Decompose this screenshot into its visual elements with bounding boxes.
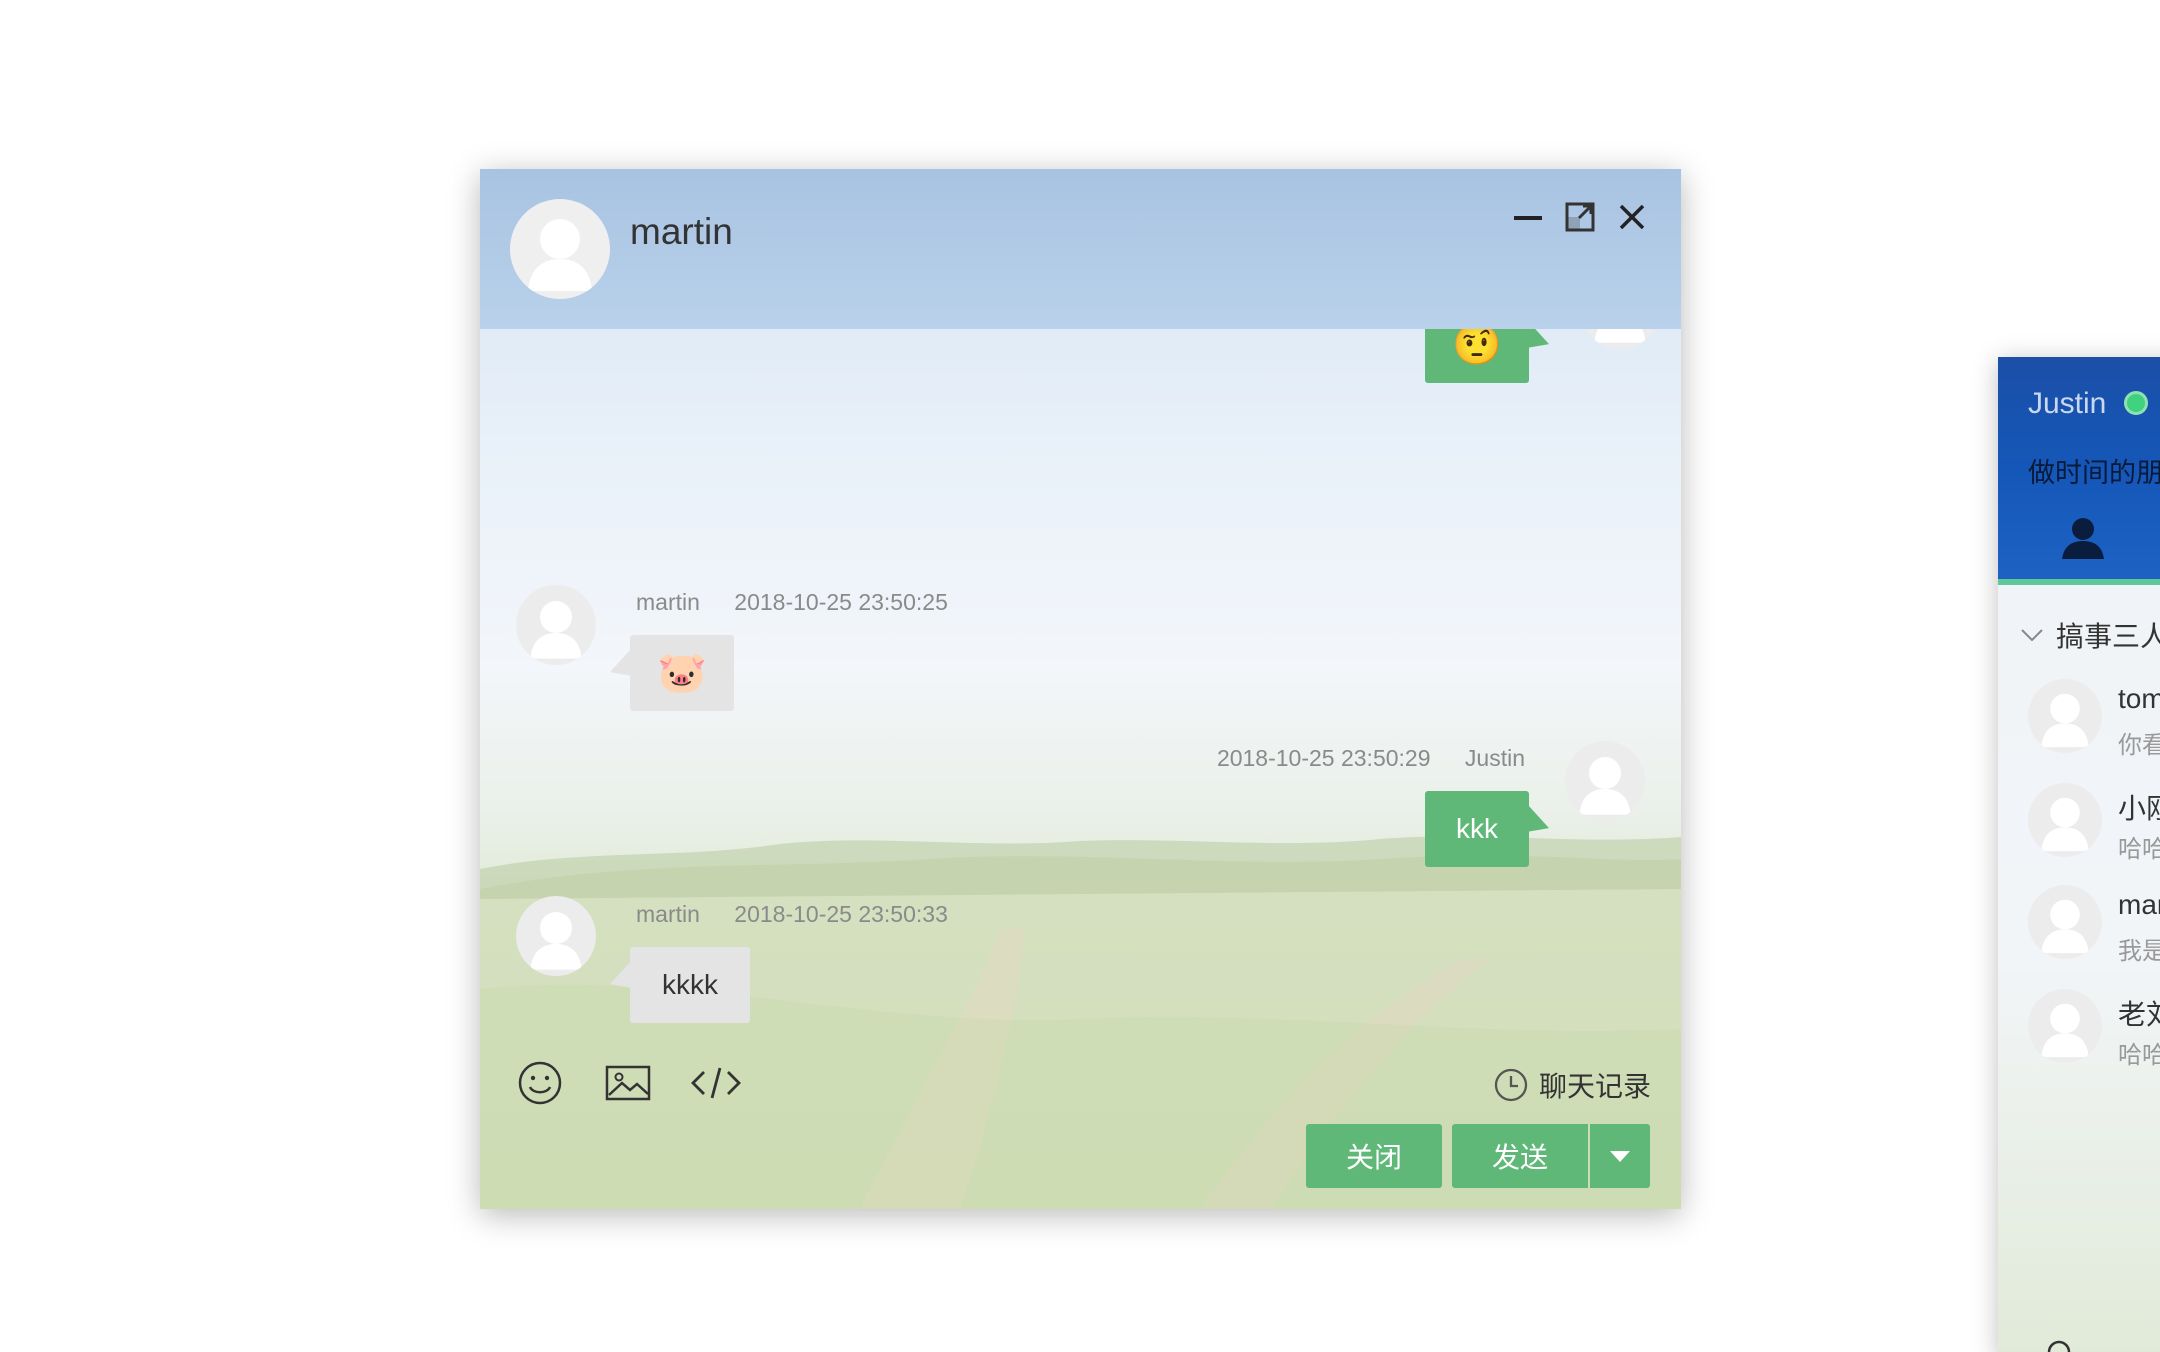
maximize-icon — [1565, 202, 1595, 232]
send-options-button[interactable] — [1590, 1124, 1650, 1188]
maximize-button[interactable] — [1560, 197, 1600, 237]
emoji-button[interactable] — [516, 1059, 564, 1107]
person-icon — [2041, 797, 2089, 852]
main-panel: Justin 做时间的朋 搞事三人 tom 你看 小 哈哈 ma 我是 老 哈哈 — [1998, 357, 2160, 1352]
avatar — [2028, 783, 2102, 857]
minimize-button[interactable] — [1508, 197, 1548, 237]
caret-down-icon — [1610, 1151, 1630, 1162]
clock-icon — [1494, 1068, 1528, 1102]
friend-item[interactable]: tom 你看 — [2028, 679, 2160, 759]
friend-item[interactable]: 老刘 哈哈 — [2028, 989, 2160, 1069]
chevron-down-icon — [2021, 629, 2043, 642]
group-name: 搞事三人 — [2056, 621, 2160, 652]
group-header[interactable]: 搞事三人 — [2020, 615, 2160, 655]
person-icon — [2041, 693, 2089, 748]
message-time: 2018-10-25 23:50:29 — [1216, 745, 1431, 771]
contact-name: martin — [630, 211, 733, 252]
close-icon — [1619, 204, 1645, 230]
message-meta: martin 2018-10-25 23:50:25 — [636, 589, 948, 616]
message-bubble[interactable]: 🤨 — [1425, 329, 1529, 383]
minimize-icon — [1514, 216, 1542, 220]
message-meta: martin 2018-10-25 23:50:33 — [636, 901, 948, 928]
message-text: kkkk — [662, 969, 718, 1000]
close-button[interactable]: 关闭 — [1306, 1124, 1442, 1188]
emoji-message: 🐷 — [657, 651, 707, 695]
online-status-icon[interactable] — [2124, 391, 2148, 415]
message-meta: 2018-10-25 23:50:29 Justin — [1217, 745, 1525, 772]
message-bubble[interactable]: kkkk — [630, 947, 750, 1023]
person-icon — [528, 219, 592, 291]
send-button[interactable]: 发送 — [1452, 1124, 1588, 1188]
image-icon — [605, 1065, 651, 1101]
friend-signature: 哈哈 — [2118, 1042, 2160, 1069]
main-panel-header: Justin 做时间的朋 — [1998, 357, 2160, 585]
user-name[interactable]: Justin — [2028, 387, 2106, 421]
smile-icon — [518, 1061, 562, 1105]
friend-signature: 你看 — [2118, 732, 2160, 759]
person-icon — [2041, 899, 2089, 954]
friend-item[interactable]: mar 我是 — [2028, 885, 2160, 965]
friend-name: 老刘 — [2118, 999, 2160, 1030]
chat-history-button[interactable]: 聊天记录 — [1493, 1065, 1651, 1105]
avatar — [2028, 885, 2102, 959]
person-icon — [1579, 757, 1631, 815]
close-window-button[interactable] — [1612, 197, 1652, 237]
chat-window: martin 🤨 martin 2018-10-25 23:50:25 🐷 20… — [480, 169, 1681, 1209]
avatar — [2028, 679, 2102, 753]
avatar[interactable] — [1580, 329, 1660, 349]
person-icon — [530, 601, 582, 659]
emoji-message: 🤨 — [1452, 329, 1502, 367]
active-tab-indicator — [1998, 579, 2160, 585]
user-signature[interactable]: 做时间的朋 — [2028, 451, 2160, 490]
search-icon — [2047, 1340, 2071, 1352]
friend-signature: 我是 — [2118, 938, 2160, 965]
sender-name: martin — [636, 589, 700, 615]
friend-signature: 哈哈 — [2118, 836, 2160, 863]
chat-header: martin — [480, 169, 1681, 329]
avatar[interactable] — [516, 585, 596, 665]
avatar[interactable] — [1565, 741, 1645, 821]
message-list[interactable]: 🤨 martin 2018-10-25 23:50:25 🐷 2018-10-2… — [480, 329, 1681, 1039]
chat-history-label: 聊天记录 — [1538, 1071, 1651, 1102]
friend-name: tom — [2118, 683, 2160, 714]
person-icon — [2041, 1003, 2089, 1058]
friend-item[interactable]: 小刚 哈哈 — [2028, 783, 2160, 863]
user-icon — [2062, 518, 2104, 559]
code-button[interactable] — [690, 1059, 741, 1107]
avatar — [2028, 989, 2102, 1063]
message-text: kkk — [1456, 813, 1498, 844]
message-time: 2018-10-25 23:50:25 — [734, 589, 948, 615]
friend-name: 小刚 — [2118, 793, 2160, 824]
message-time: 2018-10-25 23:50:33 — [734, 901, 948, 927]
input-toolbar: 聊天记录 — [480, 1059, 1681, 1119]
friend-name: mar — [2118, 889, 2160, 920]
tab-friends[interactable] — [2058, 515, 2108, 561]
person-icon — [1594, 329, 1646, 343]
desktop: martin 🤨 martin 2018-10-25 23:50:25 🐷 20… — [0, 0, 2160, 1352]
message-bubble[interactable]: 🐷 — [630, 635, 734, 711]
avatar[interactable] — [516, 896, 596, 976]
code-icon — [691, 1067, 741, 1099]
sender-name: Justin — [1464, 745, 1525, 771]
image-upload-button[interactable] — [604, 1059, 652, 1107]
contact-avatar[interactable] — [510, 199, 610, 299]
person-icon — [530, 912, 582, 970]
message-bubble[interactable]: kkk — [1425, 791, 1529, 867]
search-button[interactable] — [2046, 1339, 2076, 1352]
sender-name: martin — [636, 901, 700, 927]
